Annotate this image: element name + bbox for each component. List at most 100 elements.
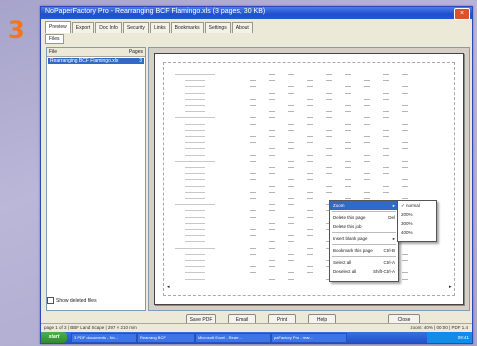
status-right-text: zoom: 40% | 00:00 | PDF 1.4 [410,325,468,330]
sheet-cell-mark [269,80,275,82]
status-bar: page 1 of 3 | BBF Land Scape | 297 × 210… [41,323,472,332]
column-header-pages[interactable]: Pages [129,49,143,55]
sheet-cell-mark [345,129,351,131]
sheet-row-line [175,204,215,206]
sheet-cell-mark [402,185,408,187]
taskbar-item[interactable]: paFactory Pro - rear... [271,333,347,343]
tab-settings[interactable]: Settings [204,22,231,33]
context-menu-delete-job[interactable]: Delete this job [330,222,398,231]
sheet-row-line [185,80,205,82]
tab-links[interactable]: Links [149,22,170,33]
page-thumbnail[interactable]: ◂ ▸ [154,53,464,305]
sheet-cell-mark [250,191,256,193]
sheet-cell-mark [383,148,389,150]
sheet-cell-mark [288,222,294,224]
sheet-cell-mark [402,179,408,181]
sheet-row-line [185,278,205,280]
sheet-cell-mark [288,204,294,206]
sheet-cell-mark [307,154,313,156]
system-tray-clock: 09:41 [427,332,472,343]
sheet-cell-mark [383,111,389,113]
sheet-cell-mark [307,105,313,106]
file-name: Rearranging BCF Flamingo.xls [50,58,119,64]
context-menu-label: Deselect all [333,269,357,274]
zoom-option-200[interactable]: 200% [398,210,436,219]
sheet-cell-mark [288,142,294,144]
sheet-cell-mark [364,86,370,88]
context-menu-label: Delete this page [333,215,366,220]
sheet-row-line [185,154,205,156]
tab-files[interactable]: Files [45,34,64,44]
sheet-cell-mark [345,179,351,181]
sheet-cell-mark [250,253,256,255]
sheet-cell-mark [345,148,351,150]
sheet-cell-mark [326,173,332,175]
sheet-row-line [185,86,205,88]
column-header-file[interactable]: File [49,49,57,55]
sheet-cell-mark [288,148,294,150]
sheet-cell-mark [250,123,256,125]
show-deleted-toggle[interactable]: Show deleted files [47,297,97,304]
step-number: 3 [8,16,25,44]
zoom-option-normal[interactable]: ✓ normal [398,201,436,210]
sheet-cell-mark [364,198,370,199]
sheet-cell-mark [364,191,370,193]
sheet-cell-mark [288,253,294,255]
tab-bookmarks[interactable]: Bookmarks [170,22,204,33]
context-menu-deselect-all[interactable]: Deselect all Shift-Ctrl-A [330,267,398,276]
sheet-cell-mark [307,247,313,249]
taskbar-item[interactable]: 3 PDF documents - No... [71,333,137,343]
sheet-cell-mark [307,235,313,237]
tab-preview[interactable]: Preview [45,21,71,33]
menu-separator [332,244,396,245]
context-menu-zoom[interactable]: Zoom ▸ [330,201,398,210]
sheet-row-line [185,260,205,261]
zoom-option-400[interactable]: 400% [398,228,436,237]
close-window-button[interactable]: × [454,8,470,20]
zoom-option-300[interactable]: 300% [398,219,436,228]
sheet-cell-mark [307,117,313,119]
show-deleted-checkbox[interactable] [47,297,54,304]
sheet-row-line [185,92,205,94]
sheet-cell-mark [250,98,256,100]
window-title: NoPaperFactory Pro - Rearranging BCF Fla… [45,8,266,15]
sheet-cell-mark [402,198,408,199]
tab-bar: Preview Export Doc Info Security Links B… [45,21,253,33]
context-menu-delete-page[interactable]: Delete this page Del [330,213,398,222]
sheet-cell-mark [345,185,351,187]
start-button[interactable]: start [41,332,67,343]
file-list-row[interactable]: Rearranging BCF Flamingo.xls 3 [48,58,144,64]
sheet-row-line [185,111,205,113]
tab-security[interactable]: Security [122,22,149,33]
file-list-panel: File Pages Rearranging BCF Flamingo.xls … [46,47,146,311]
sheet-row-line [185,136,205,137]
sheet-cell-mark [269,204,275,206]
context-menu-select-all[interactable]: Select all Ctrl-A [330,258,398,267]
tab-export[interactable]: Export [71,22,95,33]
sheet-cell-mark [250,154,256,156]
sheet-cell-mark [402,123,408,125]
sheet-row-line [185,241,205,243]
sheet-cell-mark [288,260,294,261]
sheet-cell-mark [250,210,256,212]
sheet-row-line [185,266,205,268]
sheet-cell-mark [250,142,256,144]
sheet-cell-mark [307,86,313,88]
sheet-row-line [185,222,205,224]
taskbar-item[interactable]: Rearrang BCF [137,333,195,343]
sheet-cell-mark [345,105,351,106]
context-menu-insert-blank[interactable]: Insert blank page ▸ [330,234,398,243]
tab-doc-info[interactable]: Doc Info [95,22,122,33]
taskbar-item[interactable]: Microsoft Excel - Rearr... [195,333,271,343]
page-preview-pane[interactable]: ◂ ▸ Zoom ▸ Delete this page Del Delete t… [148,47,470,311]
sheet-row-line [185,235,205,237]
sheet-cell-mark [269,229,275,230]
sheet-cell-mark [402,260,408,261]
tab-about[interactable]: About [231,22,253,33]
shortcut-label: Ctrl-B [383,248,396,253]
sheet-cell-mark [269,222,275,224]
context-menu-bookmark[interactable]: Bookmark this page Ctrl-B [330,246,398,255]
sheet-cell-mark [250,266,256,268]
status-left-text: page 1 of 3 | BBF Land Scape | 297 × 210… [44,325,137,330]
chevron-right-icon: ▸ [392,236,395,241]
